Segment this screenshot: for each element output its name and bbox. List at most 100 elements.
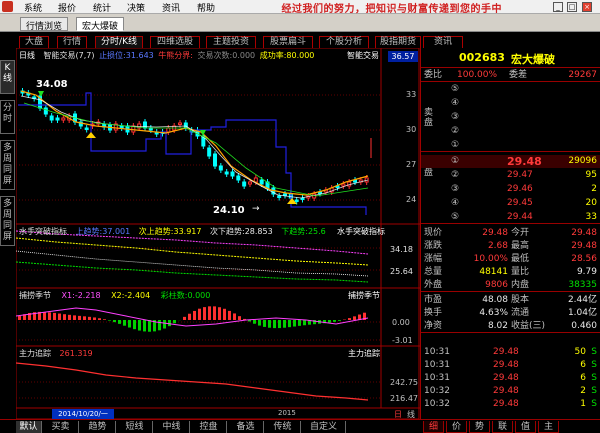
yaxis-tick-24: 24 xyxy=(406,195,416,204)
bottom-tab-short[interactable]: 短线 xyxy=(117,421,153,433)
panel-divider-vertical xyxy=(420,48,421,420)
tab-kline[interactable]: 分时/K线 xyxy=(95,36,143,48)
sell-row-3: ③ xyxy=(421,111,600,124)
season-bar xyxy=(298,320,301,326)
bottom-tab-classic[interactable]: 传统 xyxy=(265,421,301,433)
yaxis-tick-33: 33 xyxy=(406,90,416,99)
season-bar xyxy=(258,320,261,326)
up-arrow-icon xyxy=(86,132,96,138)
bottom-tab-control[interactable]: 控盘 xyxy=(191,421,227,433)
menu-help[interactable]: 帮助 xyxy=(197,1,215,14)
candle-body xyxy=(213,153,217,167)
tab-siwei[interactable]: 四维选股 xyxy=(150,36,200,48)
bottom-tab-custom[interactable]: 自定义 xyxy=(302,421,346,433)
stat-value: 8.02 xyxy=(487,321,508,331)
season-bar xyxy=(103,319,106,320)
right-tab-link[interactable]: 联 xyxy=(492,421,513,433)
candle-body xyxy=(341,183,346,187)
season-bar xyxy=(238,316,241,320)
tab-gupiao[interactable]: 股票扁斗 xyxy=(263,36,313,48)
candle-body xyxy=(183,122,188,129)
tab-gegu[interactable]: 个股分析 xyxy=(319,36,369,48)
menu-info[interactable]: 资讯 xyxy=(162,1,180,14)
stat-value: 9806 xyxy=(485,280,508,290)
candle-body xyxy=(143,121,147,129)
sell-row-4: ④ xyxy=(421,97,600,110)
tab-stock-hongda[interactable]: 宏大爆破 xyxy=(76,17,125,32)
ma-white-line xyxy=(20,95,369,199)
stat-label: 最高 xyxy=(511,241,530,251)
bottom-tab-watch[interactable]: 备选 xyxy=(228,421,264,433)
macd-tick-high: 34.18 xyxy=(390,245,413,254)
menu-decision[interactable]: 决策 xyxy=(127,1,145,14)
stat-row: 外盘 9806 内盘 38335 xyxy=(421,279,600,292)
stock-code: 002683 xyxy=(459,51,505,64)
kline-trades-val: 交易次数:0.000 xyxy=(197,51,256,60)
right-tab-detail[interactable]: 细 xyxy=(423,421,444,433)
stat-value: 2.68 xyxy=(487,241,508,251)
buy-vol-4: 20 xyxy=(585,198,597,208)
stat-label: 现价 xyxy=(424,228,443,238)
right-tab-main[interactable]: 主 xyxy=(538,421,559,433)
right-tab-value[interactable]: 值 xyxy=(515,421,536,433)
left-tab-fenshi[interactable]: 分时 xyxy=(0,100,15,134)
minimize-button[interactable]: _ xyxy=(553,2,563,12)
stat-label: 最低 xyxy=(511,254,530,264)
menu-stats[interactable]: 统计 xyxy=(93,1,111,14)
yaxis-tick-30: 30 xyxy=(406,125,416,134)
right-tab-trend[interactable]: 势 xyxy=(469,421,490,433)
tick-price: 29.48 xyxy=(493,360,519,370)
close-button[interactable]: × xyxy=(582,2,592,12)
candle-body xyxy=(43,107,48,115)
stat-label: 收益(三) xyxy=(511,321,546,331)
bottom-tab-mid[interactable]: 中线 xyxy=(154,421,190,433)
tab-market-browse[interactable]: 行情浏览 xyxy=(20,17,69,32)
menu-system[interactable]: 系统 xyxy=(24,1,42,14)
left-tab-multi-period-2[interactable]: 多周同屏 xyxy=(0,196,15,246)
tick-vol: 6 xyxy=(580,360,586,370)
season-bar xyxy=(273,320,276,329)
left-tab-multi-period-1[interactable]: 多周同屏 xyxy=(0,140,15,190)
tab-guzhi[interactable]: 股指期货 xyxy=(375,36,421,48)
left-tab-kline[interactable]: K线 xyxy=(0,60,15,94)
bottom-tab-trend[interactable]: 趋势 xyxy=(80,421,116,433)
buy-num-3: ③ xyxy=(451,184,460,194)
stat-label: 换手 xyxy=(424,308,443,318)
stat-value: 1.04亿 xyxy=(567,308,597,318)
buy-price-3: 29.46 xyxy=(507,184,533,194)
season-bar xyxy=(163,320,166,329)
quote-panel: 002683 宏大爆破 委比 100.00% 委差 29267 卖盘 ⑤ ④ ③… xyxy=(421,48,600,420)
mainforce-line xyxy=(16,362,369,401)
tick-price: 29.48 xyxy=(493,373,519,383)
stat-value: 48141 xyxy=(479,267,508,277)
tick-time: 10:32 xyxy=(424,399,450,409)
bottom-tabs: 默认 买卖 趋势 短线 中线 控盘 备选 传统 自定义 细 价 势 联 值 主 xyxy=(0,419,600,433)
kline-right-label: 智能交易 xyxy=(347,51,379,60)
mf-tick-high: 242.75 xyxy=(390,378,418,387)
chart-area[interactable]: 34.08 24.10 → 33 30 27 24 34.18 25.64 0.… xyxy=(16,48,420,420)
bottom-tab-buysell[interactable]: 买卖 xyxy=(43,421,79,433)
tab-dapan[interactable]: 大盘 xyxy=(19,36,49,48)
candle-body xyxy=(49,115,54,121)
right-tab-price[interactable]: 价 xyxy=(446,421,467,433)
weibi-val: 100.00% xyxy=(457,70,498,80)
left-view-tabs: K线 分时 多周同屏 多周同屏 xyxy=(0,60,16,400)
buy-price-2: 29.47 xyxy=(507,170,533,180)
tick-price: 29.48 xyxy=(493,386,519,396)
season-bar xyxy=(168,320,171,327)
quote-header: 002683 宏大爆破 xyxy=(421,48,600,68)
tab-zhuti[interactable]: 主题投资 xyxy=(206,36,256,48)
restore-button[interactable]: □ xyxy=(567,2,577,12)
tick-time: 10:31 xyxy=(424,347,450,357)
season-bar xyxy=(203,307,206,320)
menu-quote[interactable]: 报价 xyxy=(58,1,76,14)
kline-indicator-name: 智能交易(7,7) xyxy=(43,51,95,60)
bottom-tab-default[interactable]: 默认 xyxy=(16,421,42,433)
tick-vol: 50 xyxy=(574,347,586,357)
tab-hangqing[interactable]: 行情 xyxy=(57,36,87,48)
buy-price-5: 29.44 xyxy=(507,212,533,222)
kline-header: 日线 智能交易(7,7) 止损位:31.643 牛熊分界: 交易次数:0.000… xyxy=(19,50,314,61)
crosshair-date-box: 2014/10/20/一 xyxy=(52,409,114,419)
current-price-box: 36.57 xyxy=(388,51,418,62)
tab-zixun[interactable]: 资讯 xyxy=(423,36,463,48)
